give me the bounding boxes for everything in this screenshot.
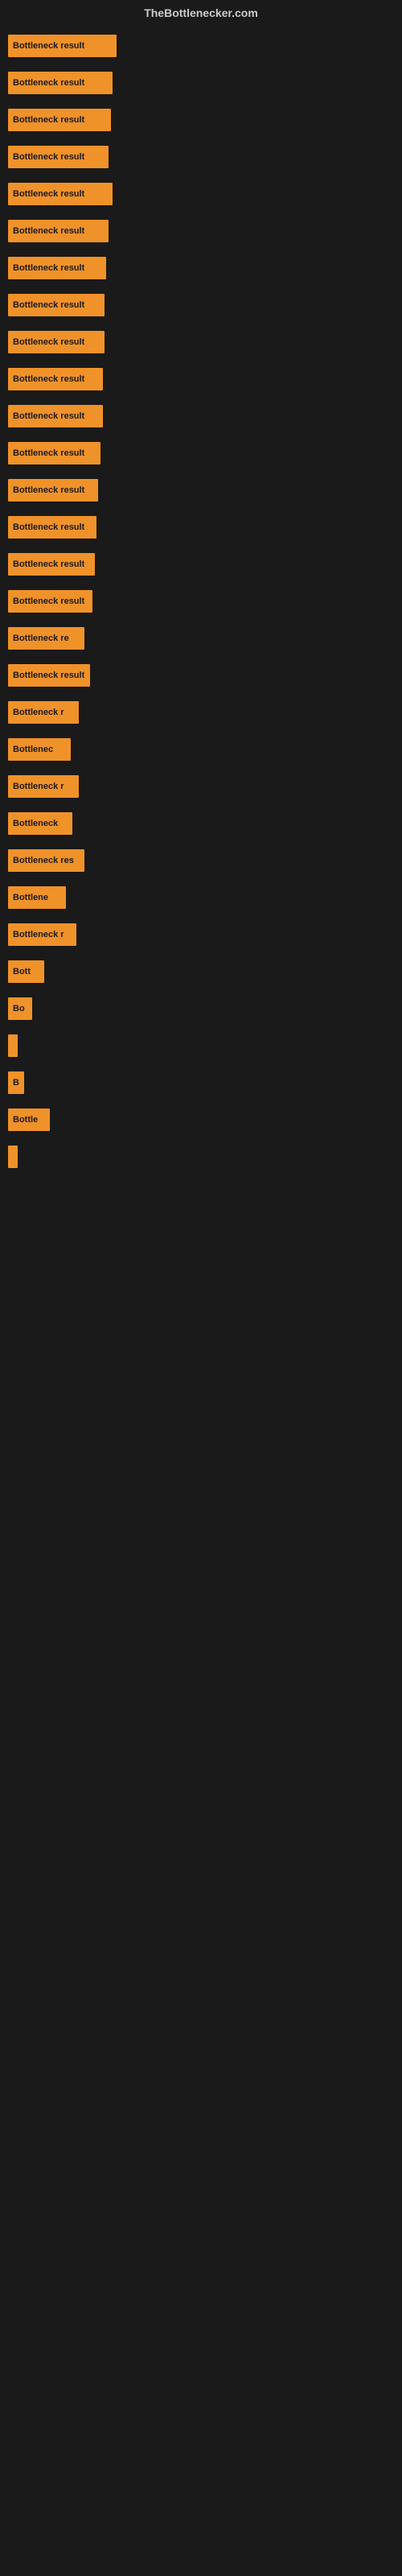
bar-label: Bottleneck result bbox=[13, 41, 84, 51]
bar-row: Bottleneck result bbox=[0, 586, 402, 617]
bar-row: Bottleneck result bbox=[0, 512, 402, 543]
bar-item: Bottleneck r bbox=[8, 923, 76, 946]
bar-row: Bottleneck result bbox=[0, 401, 402, 431]
bar-item: Bottleneck result bbox=[8, 331, 105, 353]
bar-item: Bottleneck r bbox=[8, 701, 79, 724]
bar-row: Bottleneck result bbox=[0, 68, 402, 98]
bar-label: Bottleneck result bbox=[13, 300, 84, 310]
bar-label: Bottleneck result bbox=[13, 152, 84, 162]
bar-label: Bottleneck re bbox=[13, 634, 69, 643]
bar-label: Bottleneck result bbox=[13, 597, 84, 606]
bar-item: Bottleneck result bbox=[8, 220, 109, 242]
bar-row: Bottleneck res bbox=[0, 845, 402, 876]
bar-item: Bottle bbox=[8, 1108, 50, 1131]
bar-label: Bottleneck result bbox=[13, 263, 84, 273]
bar-item: Bottleneck result bbox=[8, 257, 106, 279]
bar-label: Bottleneck result bbox=[13, 411, 84, 421]
bar-item: Bott bbox=[8, 960, 44, 983]
bar-row: Bottleneck result bbox=[0, 31, 402, 61]
bar-row: Bottleneck result bbox=[0, 549, 402, 580]
bar-row: Bottleneck result bbox=[0, 327, 402, 357]
bar-item: Bottleneck result bbox=[8, 664, 90, 687]
bar-label: Bottleneck r bbox=[13, 930, 64, 939]
bar-label: Bottleneck result bbox=[13, 189, 84, 199]
bar-row: Bottleneck result bbox=[0, 438, 402, 469]
bar-row: Bottleneck result bbox=[0, 253, 402, 283]
bar-item: Bottleneck result bbox=[8, 516, 96, 539]
bar-row: Bottleneck result bbox=[0, 290, 402, 320]
bar-item: Bottleneck result bbox=[8, 109, 111, 131]
bar-item: Bottleneck result bbox=[8, 183, 113, 205]
bar-item: | bbox=[8, 1146, 18, 1168]
bar-item: Bottleneck result bbox=[8, 294, 105, 316]
bar-item: Bottlenec bbox=[8, 738, 71, 761]
bar-item: Bottleneck result bbox=[8, 405, 103, 427]
bar-label: Bottlene bbox=[13, 893, 48, 902]
bar-label: Bottleneck bbox=[13, 819, 58, 828]
bar-row: | bbox=[0, 1141, 402, 1172]
bar-item: Bottleneck bbox=[8, 812, 72, 835]
bar-row: Bottleneck r bbox=[0, 771, 402, 802]
site-header: TheBottlenecker.com bbox=[0, 0, 402, 23]
bar-item: Bottleneck result bbox=[8, 479, 98, 502]
bar-row: Bottle bbox=[0, 1104, 402, 1135]
bar-row: Bottlenec bbox=[0, 734, 402, 765]
bar-label: Bottleneck result bbox=[13, 522, 84, 532]
bar-row: Bottleneck r bbox=[0, 697, 402, 728]
bar-item: Bottleneck result bbox=[8, 442, 100, 464]
bar-label: Bottleneck res bbox=[13, 856, 74, 865]
bar-row: Bottleneck result bbox=[0, 105, 402, 135]
bar-label: B bbox=[13, 1078, 19, 1088]
bar-row: Bottleneck bbox=[0, 808, 402, 839]
bar-label: Bottleneck r bbox=[13, 708, 64, 717]
bar-label: Bott bbox=[13, 967, 31, 976]
bar-label: Bottleneck result bbox=[13, 485, 84, 495]
bar-label: Bottleneck result bbox=[13, 226, 84, 236]
bar-item: Bo bbox=[8, 997, 32, 1020]
bar-item: Bottleneck r bbox=[8, 775, 79, 798]
bar-row: Bo bbox=[0, 993, 402, 1024]
bar-row: Bottleneck result bbox=[0, 179, 402, 209]
bar-item: Bottleneck result bbox=[8, 35, 117, 57]
bar-row: Bott bbox=[0, 956, 402, 987]
bar-item: Bottleneck result bbox=[8, 146, 109, 168]
bar-row: B bbox=[0, 1067, 402, 1098]
bar-item: Bottleneck result bbox=[8, 590, 92, 613]
bar-label: Bottleneck result bbox=[13, 448, 84, 458]
bar-item: B bbox=[8, 1071, 24, 1094]
bar-row: Bottleneck r bbox=[0, 919, 402, 950]
bar-item: Bottlene bbox=[8, 886, 66, 909]
bar-label: Bottleneck result bbox=[13, 671, 84, 680]
bar-label: Bottleneck result bbox=[13, 559, 84, 569]
bar-label: Bottleneck result bbox=[13, 374, 84, 384]
bar-item: Bottleneck result bbox=[8, 553, 95, 576]
bar-item: | bbox=[8, 1034, 18, 1057]
bar-label: Bottle bbox=[13, 1115, 38, 1125]
bar-row: Bottleneck re bbox=[0, 623, 402, 654]
bar-row: Bottleneck result bbox=[0, 364, 402, 394]
bar-label: Bottleneck result bbox=[13, 337, 84, 347]
bar-label: Bo bbox=[13, 1004, 25, 1013]
bar-item: Bottleneck res bbox=[8, 849, 84, 872]
bar-item: Bottleneck result bbox=[8, 72, 113, 94]
bars-container: Bottleneck result Bottleneck result Bottle… bbox=[0, 23, 402, 1187]
bar-row: Bottlene bbox=[0, 882, 402, 913]
bar-row: Bottleneck result bbox=[0, 660, 402, 691]
bar-row: | bbox=[0, 1030, 402, 1061]
bar-item: Bottleneck re bbox=[8, 627, 84, 650]
bar-row: Bottleneck result bbox=[0, 475, 402, 506]
bar-item: Bottleneck result bbox=[8, 368, 103, 390]
bar-row: Bottleneck result bbox=[0, 216, 402, 246]
bar-label: Bottleneck result bbox=[13, 115, 84, 125]
bar-label: Bottlenec bbox=[13, 745, 53, 754]
bar-label: Bottleneck result bbox=[13, 78, 84, 88]
bar-label: Bottleneck r bbox=[13, 782, 64, 791]
bar-row: Bottleneck result bbox=[0, 142, 402, 172]
